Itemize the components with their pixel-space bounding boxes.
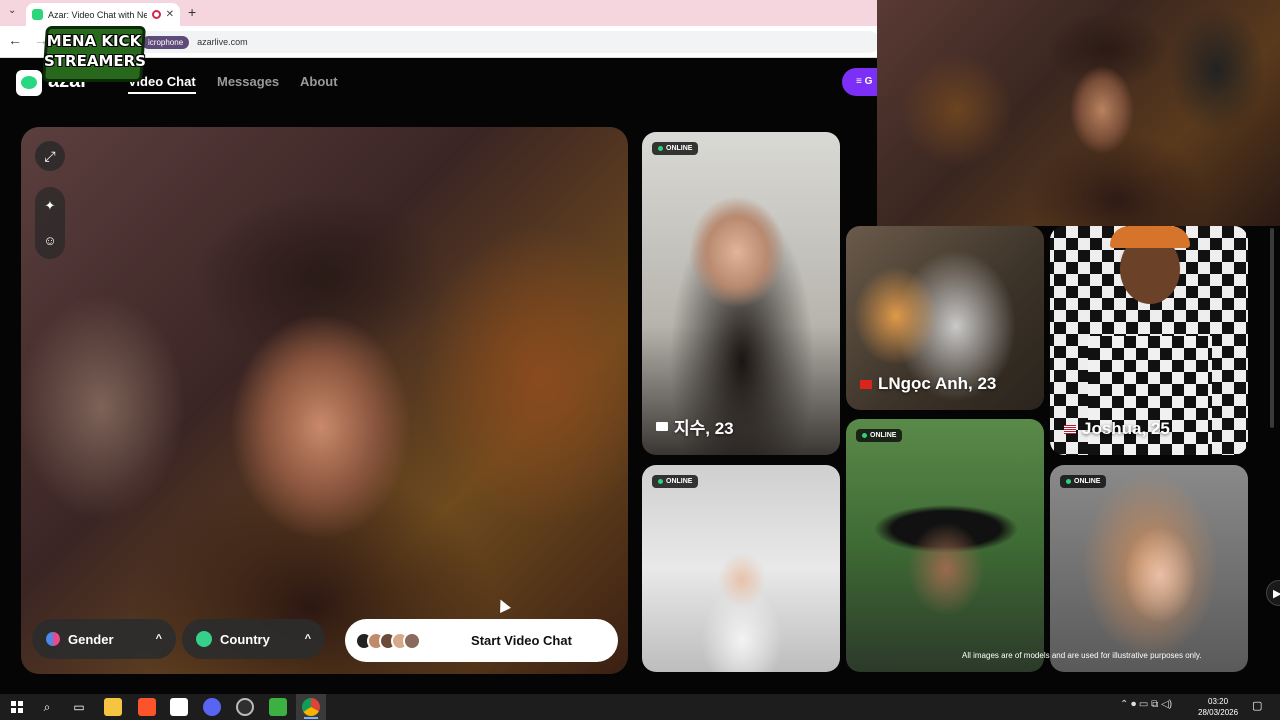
nav-about[interactable]: About xyxy=(300,74,338,89)
profile-card[interactable]: ONLINE 지수, 23 xyxy=(642,132,840,455)
recording-icon xyxy=(151,10,161,19)
windows-taskbar: ⌕ ▭ ⌃ ⏺ ▭ ⧉ ◁) 03:20 28/03/2026 ▢ xyxy=(0,694,1280,720)
back-button[interactable]: ← xyxy=(8,32,22,48)
chevron-up-icon: ^ xyxy=(155,633,162,645)
close-tab-icon[interactable]: ✕ xyxy=(166,9,174,20)
profile-card[interactable]: ONLINE xyxy=(846,419,1044,672)
scrollbar[interactable] xyxy=(1270,228,1274,428)
stream-logo-line1: MENA KICK xyxy=(46,32,142,50)
usa-flag-icon xyxy=(1064,424,1076,434)
online-dot-icon xyxy=(862,433,867,438)
obs-icon[interactable] xyxy=(236,698,254,716)
stream-logo: MENA KICK STREAMERS xyxy=(42,20,146,88)
file-explorer-icon[interactable] xyxy=(104,698,122,716)
camera-preview: ⤢ ✦ ☺ Gender ^ Country ^ Start Video Cha… xyxy=(21,127,628,674)
expand-icon[interactable]: ⤢ xyxy=(35,141,65,171)
online-dot-icon xyxy=(658,146,663,151)
globe-icon xyxy=(196,631,212,647)
profile-card[interactable]: ONLINE xyxy=(1050,465,1248,672)
start-video-chat-button[interactable]: Start Video Chat xyxy=(345,619,618,662)
profile-name: LNgọc Anh, 23 xyxy=(860,374,996,394)
notification-icon[interactable]: ▢ xyxy=(1252,699,1262,712)
start-video-chat-label: Start Video Chat xyxy=(471,633,572,648)
gender-label: Gender xyxy=(68,631,114,647)
profile-card[interactable]: Joshua, 25 xyxy=(1050,226,1248,455)
korea-flag-icon xyxy=(656,422,668,431)
online-badge: ONLINE xyxy=(1060,475,1107,488)
online-badge: ONLINE xyxy=(652,142,699,155)
country-label: Country xyxy=(220,631,270,647)
brave-browser-icon[interactable] xyxy=(138,698,156,716)
azar-logo-icon[interactable] xyxy=(16,70,42,96)
profile-name: Joshua, 25 xyxy=(1064,419,1170,439)
kick-app-icon[interactable] xyxy=(269,698,287,716)
disclaimer-text: All images are of models and are used fo… xyxy=(962,651,1202,660)
address-bar[interactable]: icrophone azarlive.com xyxy=(60,31,880,53)
streamer-webcam xyxy=(877,0,1280,226)
clock-time: 03:20 xyxy=(1208,697,1229,706)
discord-icon[interactable] xyxy=(203,698,221,716)
tab-search-button[interactable]: ⌄ xyxy=(8,5,16,16)
taskbar-clock[interactable]: 03:20 28/03/2026 xyxy=(1198,696,1238,718)
search-icon[interactable]: ⌕ xyxy=(38,698,56,716)
tab-title: Azar: Video Chat with New xyxy=(48,9,147,20)
profile-card[interactable]: LNgọc Anh, 23 xyxy=(846,226,1044,410)
online-badge: ONLINE xyxy=(652,475,699,488)
windows-start-icon[interactable] xyxy=(8,698,26,716)
profile-card[interactable]: ONLINE xyxy=(642,465,840,672)
system-tray[interactable]: ⌃ ⏺ ▭ ⧉ ◁) xyxy=(1120,699,1172,710)
country-filter-button[interactable]: Country ^ xyxy=(182,619,325,659)
clock-date: 28/03/2026 xyxy=(1198,708,1239,717)
task-view-icon[interactable]: ▭ xyxy=(70,698,88,716)
online-dot-icon xyxy=(658,479,663,484)
chrome-icon[interactable] xyxy=(302,698,320,716)
calendar-app-icon[interactable] xyxy=(170,698,188,716)
new-tab-button[interactable]: + xyxy=(188,4,196,20)
gender-icon xyxy=(46,632,60,646)
face-filter-icon[interactable]: ☺ xyxy=(35,225,65,255)
effects-toolbar: ✦ ☺ xyxy=(35,187,65,259)
microphone-permission-pill[interactable]: icrophone xyxy=(142,35,190,49)
azar-favicon-icon xyxy=(32,9,43,20)
online-badge: ONLINE xyxy=(856,429,903,442)
profile-name: 지수, 23 xyxy=(656,414,734,439)
nav-messages[interactable]: Messages xyxy=(217,74,279,89)
stream-logo-line2: STREAMERS xyxy=(44,52,146,70)
gender-filter-button[interactable]: Gender ^ xyxy=(32,619,176,659)
online-dot-icon xyxy=(1066,479,1071,484)
magic-wand-icon[interactable]: ✦ xyxy=(35,191,65,221)
chevron-up-icon: ^ xyxy=(304,633,311,645)
url-text[interactable]: azarlive.com xyxy=(197,37,248,47)
vietnam-flag-icon xyxy=(860,379,872,389)
